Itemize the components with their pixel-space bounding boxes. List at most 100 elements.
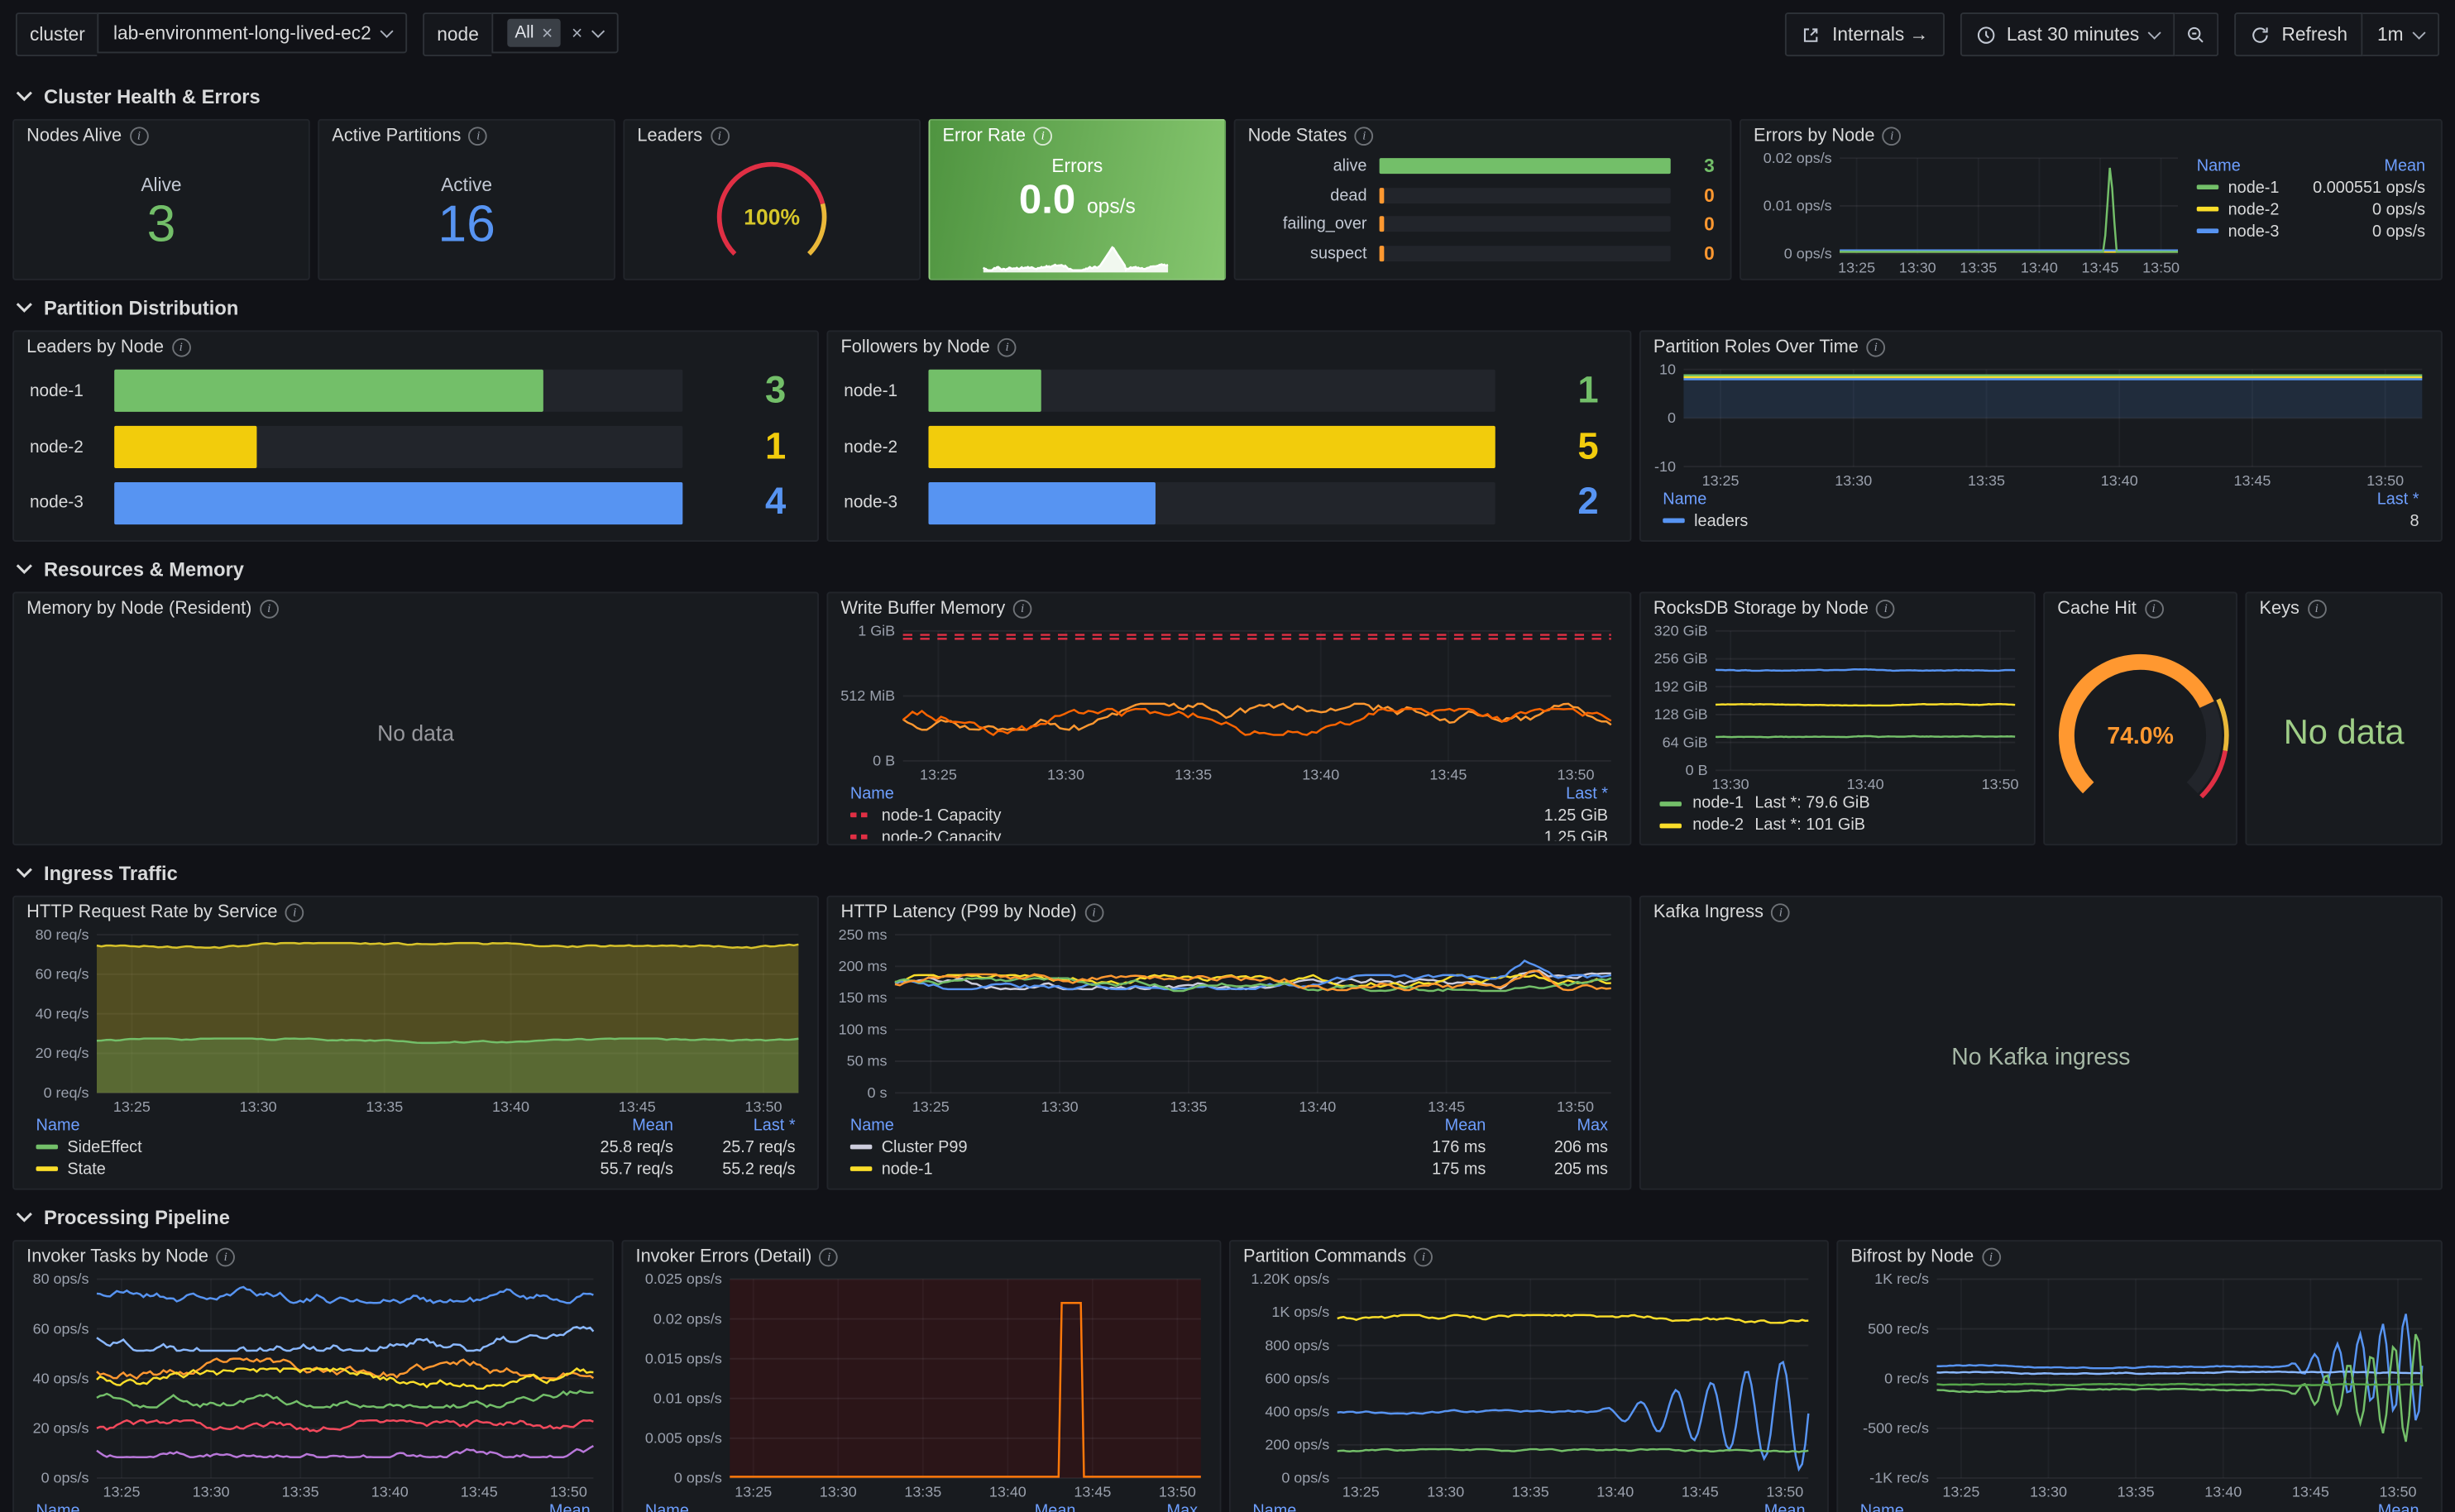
info-icon[interactable]: i <box>711 127 730 146</box>
panel-title[interactable]: HTTP Latency (P99 by Node) <box>840 903 1076 922</box>
svg-text:13:45: 13:45 <box>619 1098 656 1115</box>
info-icon[interactable]: i <box>1013 600 1032 619</box>
write-buffer-chart[interactable]: 1 GiB512 MiB0 B13:2513:3013:3513:4013:45… <box>835 624 1620 782</box>
info-icon[interactable]: i <box>1084 903 1103 922</box>
panel-title[interactable]: Invoker Tasks by Node <box>26 1248 208 1267</box>
internals-button[interactable]: Internals → <box>1785 12 1944 56</box>
panel-invoker-errors: Invoker Errors (Detail) i 0.025 ops/s0.02… <box>621 1240 1221 1512</box>
bifrost-chart[interactable]: 1K rec/s500 rec/s0 rec/s-500 rec/s-1K re… <box>1845 1273 2432 1500</box>
time-range-picker[interactable]: Last 30 minutes <box>1960 12 2175 56</box>
series-swatch <box>36 1145 59 1150</box>
panel-title[interactable]: Node States <box>1248 127 1347 146</box>
panel-title[interactable]: Partition Commands <box>1243 1248 1406 1267</box>
series-swatch <box>850 835 873 840</box>
info-icon[interactable]: i <box>260 600 279 619</box>
svg-text:13:30: 13:30 <box>1899 259 1936 275</box>
svg-text:13:35: 13:35 <box>1968 472 2005 489</box>
http-latency-chart[interactable]: 250 ms200 ms150 ms100 ms50 ms0 s13:2513:… <box>835 928 1620 1114</box>
info-icon[interactable]: i <box>1866 338 1885 357</box>
info-icon[interactable]: i <box>1771 903 1790 922</box>
panel-title[interactable]: Leaders <box>637 127 702 146</box>
section-partition-distribution[interactable]: Partition Distribution <box>0 280 2455 331</box>
svg-text:320 GiB: 320 GiB <box>1654 624 1708 639</box>
section-ingress-traffic[interactable]: Ingress Traffic <box>0 845 2455 896</box>
panel-memory-by-node: Memory by Node (Resident) i No data <box>12 592 819 846</box>
info-icon[interactable]: i <box>1355 127 1374 146</box>
info-icon[interactable]: i <box>1883 127 1902 146</box>
info-icon[interactable]: i <box>130 127 149 146</box>
legend-series[interactable]: leaders <box>1659 510 2158 533</box>
legend-row[interactable]: node-1 Last *: 79.6 GiB <box>1659 792 2015 815</box>
info-icon[interactable]: i <box>1982 1248 2001 1267</box>
info-icon[interactable]: i <box>820 1248 839 1267</box>
svg-text:60 req/s: 60 req/s <box>36 966 89 983</box>
panel-title[interactable]: Memory by Node (Resident) <box>26 600 251 619</box>
section-processing-pipeline[interactable]: Processing Pipeline <box>0 1190 2455 1241</box>
panel-title[interactable]: Cache Hit <box>2057 600 2137 619</box>
external-link-icon <box>1801 24 1821 45</box>
legend-series[interactable]: SideEffect <box>33 1136 554 1159</box>
panel-title[interactable]: Active Partitions <box>332 127 461 146</box>
svg-text:13:40: 13:40 <box>1847 776 1884 792</box>
panel-title[interactable]: Partition Roles Over Time <box>1653 338 1859 357</box>
panel-title[interactable]: Write Buffer Memory <box>840 600 1005 619</box>
series-swatch <box>1659 823 1682 828</box>
panel-title[interactable]: Nodes Alive <box>26 127 122 146</box>
bargauge-row-alive: alive 3 <box>1251 155 1714 178</box>
panel-title[interactable]: Invoker Errors (Detail) <box>636 1248 812 1267</box>
invoker-errors-chart[interactable]: 0.025 ops/s0.02 ops/s0.015 ops/s0.01 ops… <box>629 1273 1210 1500</box>
info-icon[interactable]: i <box>2307 600 2326 619</box>
invoker-tasks-chart[interactable]: 80 ops/s60 ops/s40 ops/s20 ops/s0 ops/s1… <box>21 1273 603 1500</box>
legend-series[interactable]: node-1 <box>2194 177 2294 199</box>
clear-all-icon[interactable]: × <box>572 23 582 42</box>
rocksdb-chart[interactable]: 320 GiB256 GiB192 GiB128 GiB64 GiB0 B13:… <box>1647 624 2024 792</box>
panel-title[interactable]: Followers by Node <box>840 338 989 357</box>
legend-series[interactable]: Cluster P99 <box>847 1136 1366 1159</box>
errors-by-node-chart[interactable]: 0.02 ops/s0.01 ops/s0 ops/s13:2513:3013:… <box>1747 152 2187 276</box>
legend: node-1 Last *: 79.6 GiB node-2 Last *: 1… <box>1647 792 2024 841</box>
cluster-variable-select[interactable]: lab-environment-long-lived-ec2 <box>98 12 407 53</box>
panel-title[interactable]: Error Rate <box>943 127 1026 146</box>
info-icon[interactable]: i <box>216 1248 235 1267</box>
legend-series[interactable]: node-2 Capacity <box>847 826 1376 840</box>
series-swatch <box>850 1166 873 1171</box>
info-icon[interactable]: i <box>469 127 488 146</box>
partition-commands-chart[interactable]: 1.20K ops/s1K ops/s800 ops/s600 ops/s400… <box>1237 1273 1817 1500</box>
remove-filter-icon[interactable]: × <box>542 23 553 42</box>
info-icon[interactable]: i <box>285 903 304 922</box>
legend-row[interactable]: node-2 Last *: 101 GiB <box>1659 814 2015 836</box>
panel-title[interactable]: Errors by Node <box>1754 127 1874 146</box>
refresh-interval-select[interactable]: 1m <box>2363 12 2439 56</box>
node-variable-select[interactable]: All × × <box>491 12 619 53</box>
svg-text:80 ops/s: 80 ops/s <box>33 1273 89 1287</box>
panel-title[interactable]: HTTP Request Rate by Service <box>26 903 277 922</box>
section-cluster-health[interactable]: Cluster Health & Errors <box>0 69 2455 119</box>
legend-series[interactable]: node-3 <box>2194 221 2294 243</box>
chevron-down-icon <box>380 24 394 37</box>
panel-title[interactable]: Kafka Ingress <box>1653 903 1763 922</box>
http-rate-chart[interactable]: 80 req/s60 req/s40 req/s20 req/s0 req/s1… <box>21 928 808 1114</box>
legend-series[interactable]: State <box>33 1159 554 1181</box>
panel-title[interactable]: Bifrost by Node <box>1850 1248 1974 1267</box>
chevron-down-icon <box>16 91 33 102</box>
panel-title[interactable]: Leaders by Node <box>26 338 164 357</box>
zoom-out-button[interactable] <box>2175 12 2219 56</box>
info-icon[interactable]: i <box>1877 600 1896 619</box>
partition-roles-chart[interactable]: 100-1013:2513:3013:3513:4013:4513:50 <box>1647 363 2431 488</box>
info-icon[interactable]: i <box>2144 600 2163 619</box>
panel-title[interactable]: Keys <box>2259 600 2299 619</box>
info-icon[interactable]: i <box>1414 1248 1433 1267</box>
legend-series[interactable]: node-2 <box>2194 199 2294 221</box>
info-icon[interactable]: i <box>1033 127 1052 146</box>
followers-bargauge: node-1 1 node-2 5 node-3 2 <box>828 360 1629 540</box>
legend-series[interactable]: node-1 <box>847 1159 1366 1181</box>
info-icon[interactable]: i <box>171 338 190 357</box>
section-resources-memory[interactable]: Resources & Memory <box>0 542 2455 592</box>
panel-title[interactable]: RocksDB Storage by Node <box>1653 600 1869 619</box>
info-icon[interactable]: i <box>998 338 1017 357</box>
no-data-message: No data <box>14 621 817 844</box>
node-filter-pill[interactable]: All × <box>507 19 561 47</box>
panel-rocksdb-storage: RocksDB Storage by Node i 320 GiB256 GiB1… <box>1639 592 2036 846</box>
legend-series[interactable]: node-1 Capacity <box>847 805 1376 827</box>
refresh-button[interactable]: Refresh <box>2235 12 2363 56</box>
